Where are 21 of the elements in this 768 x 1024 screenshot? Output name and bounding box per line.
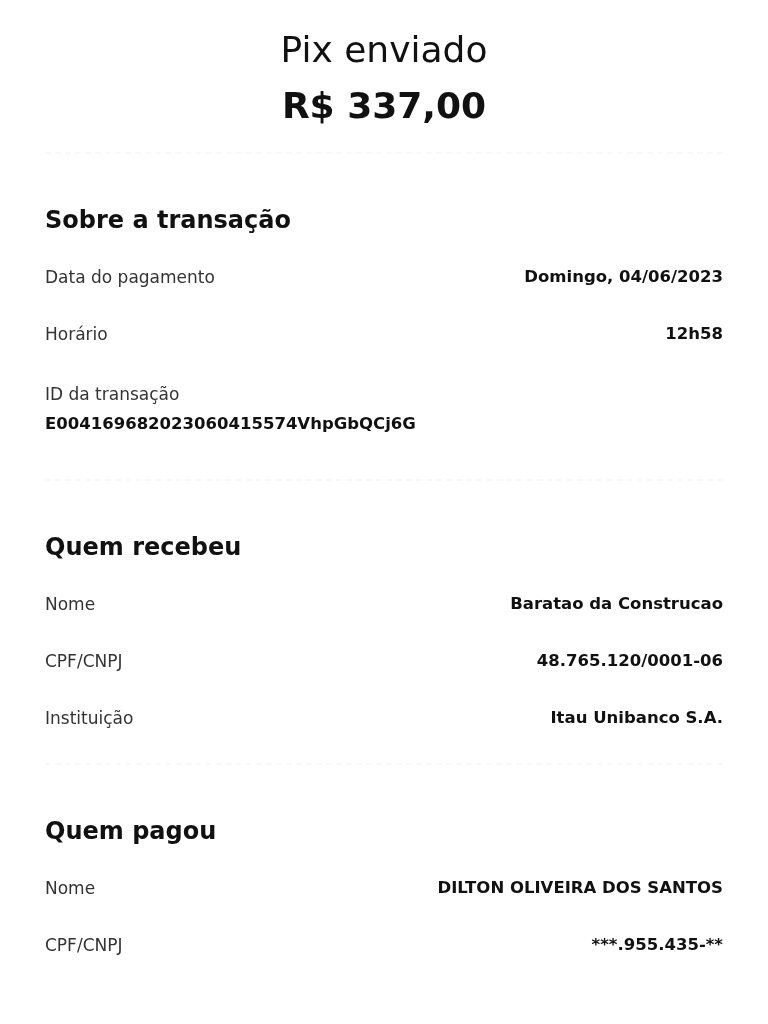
field-label: Instituição [45, 707, 134, 730]
field-label: CPF/CNPJ [45, 650, 123, 673]
field-value: Baratao da Construcao [510, 593, 723, 615]
section-heading: Quem recebeu [45, 535, 243, 559]
field-label: Data do pagamento [45, 266, 215, 289]
field-label: Nome [45, 877, 96, 900]
amount-text: R$ 337,00 [280, 84, 488, 128]
field-value: ***.955.435-** [591, 934, 723, 956]
field-value: E004169682023060415574VhpGbQCj6G [45, 413, 416, 435]
screen-title: Pix enviado [279, 28, 489, 72]
field-label: Nome [45, 593, 96, 616]
field-label: ID da transação [45, 383, 180, 406]
field-label: CPF/CNPJ [45, 934, 123, 957]
section-heading: Sobre a transação [45, 208, 292, 232]
field-value: Itau Unibanco S.A. [550, 707, 723, 729]
field-value: 48.765.120/0001-06 [536, 650, 723, 672]
field-value: 12h58 [665, 323, 723, 345]
field-value: Domingo, 04/06/2023 [524, 266, 723, 288]
section-heading: Quem pagou [45, 819, 218, 843]
field-label: Horário [45, 323, 108, 346]
field-value: DILTON OLIVEIRA DOS SANTOS [437, 877, 723, 899]
